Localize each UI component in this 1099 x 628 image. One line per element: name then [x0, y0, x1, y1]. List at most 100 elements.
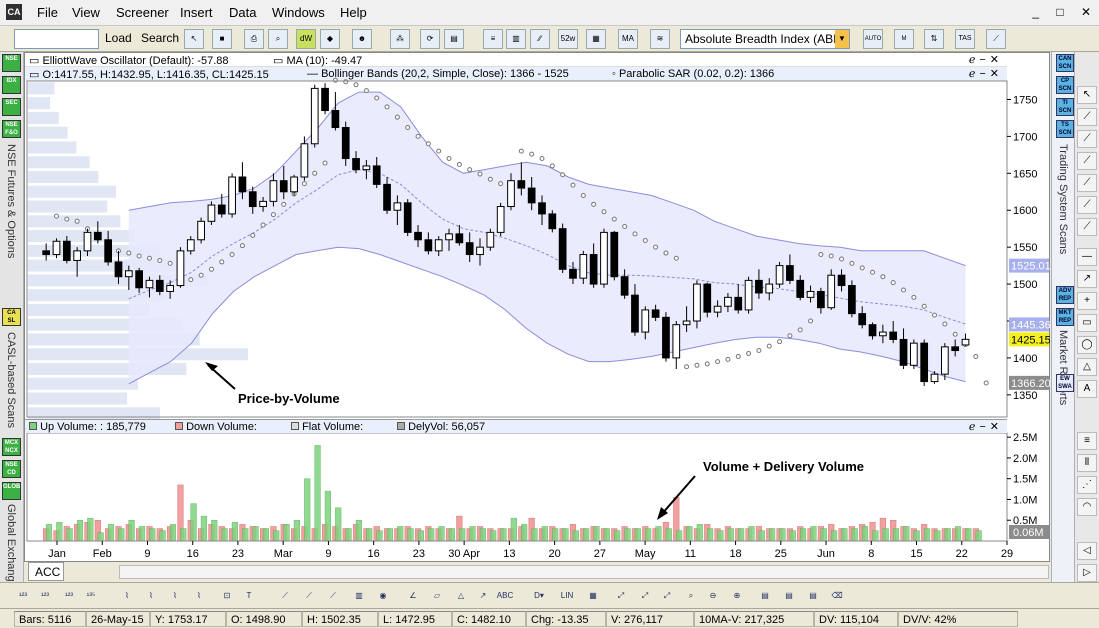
- hline-tool-icon[interactable]: —: [1077, 248, 1097, 266]
- print-icon[interactable]: ⎙: [244, 29, 264, 49]
- exchange-tag-nse[interactable]: NSE: [2, 54, 21, 72]
- sl4-tool-icon[interactable]: ⟋: [1077, 218, 1097, 236]
- menu-screener[interactable]: Screener: [116, 5, 169, 20]
- menu-windows[interactable]: Windows: [272, 5, 325, 20]
- menu-help[interactable]: Help: [340, 5, 367, 20]
- global-exchange-label[interactable]: Global Exchange: [5, 504, 17, 588]
- doc2-icon[interactable]: ▤: [780, 587, 798, 605]
- zoom-icon[interactable]: ⌕: [682, 587, 700, 605]
- label-123c-icon[interactable]: ¹²³: [60, 587, 78, 605]
- label-135-icon[interactable]: ¹³⁵: [82, 587, 100, 605]
- angle-icon[interactable]: ∠: [404, 587, 422, 605]
- fan-tool-icon[interactable]: ⋰: [1077, 476, 1097, 494]
- nse-futures-label[interactable]: NSE Futures & Options: [5, 144, 17, 258]
- close-button[interactable]: ✕: [1081, 5, 1091, 19]
- wave-icon[interactable]: ⌇: [118, 587, 136, 605]
- chart-line-icon[interactable]: ≡: [483, 29, 503, 49]
- cp-scn-tag[interactable]: CP SCN: [1056, 76, 1074, 94]
- line2-icon[interactable]: ⟋: [300, 587, 318, 605]
- mkt-rep-tag[interactable]: MKT REP: [1056, 308, 1074, 326]
- save-icon[interactable]: ■: [212, 29, 232, 49]
- sl2-tool-icon[interactable]: ⟋: [1077, 174, 1097, 192]
- menu-file[interactable]: File: [37, 5, 58, 20]
- forward-icon[interactable]: ▷: [1077, 564, 1097, 582]
- restore-button[interactable]: □: [1056, 5, 1063, 19]
- dw-icon[interactable]: dW: [296, 29, 316, 49]
- channel-icon[interactable]: ▱: [428, 587, 446, 605]
- 52w-hilo-icon[interactable]: 52w HiLo: [558, 29, 578, 49]
- fib-tool-icon[interactable]: ≡: [1077, 432, 1097, 450]
- diamond-icon[interactable]: ◆: [320, 29, 340, 49]
- symbol-input[interactable]: [14, 29, 99, 49]
- global-tag[interactable]: GLOBAL: [2, 482, 21, 500]
- flat-volume-legend[interactable]: Flat Volume:: [291, 421, 363, 433]
- ellipse-tool-icon[interactable]: ◯: [1077, 336, 1097, 354]
- adv-rep-tag[interactable]: ADV REP: [1056, 286, 1074, 304]
- expand2-icon[interactable]: ⤢: [636, 587, 654, 605]
- menu-insert[interactable]: Insert: [180, 5, 213, 20]
- zoom-in-icon[interactable]: ⊕: [728, 587, 746, 605]
- chart-type-icon[interactable]: ≋: [650, 29, 670, 49]
- sec-tag[interactable]: SEC: [2, 98, 21, 116]
- arrow-pattern-icon[interactable]: ↗: [474, 587, 492, 605]
- up-volume-legend[interactable]: Up Volume: : 185,779: [29, 421, 146, 433]
- line-icon[interactable]: ⟋: [276, 587, 294, 605]
- bars-icon[interactable]: ▦: [586, 29, 606, 49]
- price-volume-chart[interactable]: 1350140014501500155016001650170017501525…: [25, 53, 1051, 563]
- indicator-select[interactable]: Absolute Breadth Index (ABI ▼: [680, 29, 850, 49]
- label-123-icon[interactable]: ¹²³: [14, 587, 32, 605]
- sma-icon[interactable]: ⇅: [924, 29, 944, 49]
- doc-icon[interactable]: ▤: [756, 587, 774, 605]
- d-icon[interactable]: D▾: [530, 587, 548, 605]
- sl-tool-icon[interactable]: ⟋: [1077, 152, 1097, 170]
- network-icon[interactable]: ⁂: [390, 29, 410, 49]
- tas-icon[interactable]: TAS: [955, 29, 975, 49]
- tab-acc[interactable]: ACC: [28, 562, 64, 581]
- t-icon[interactable]: T: [240, 587, 258, 605]
- nse-fo-tag[interactable]: NSE F&O: [2, 120, 21, 138]
- sl3-tool-icon[interactable]: ⟋: [1077, 196, 1097, 214]
- select-tool-icon[interactable]: ↖: [1077, 86, 1097, 104]
- abc-icon[interactable]: ABC: [496, 587, 514, 605]
- line-tool-icon[interactable]: ⟋: [1077, 108, 1097, 126]
- arrow-tool-icon[interactable]: ↗: [1077, 270, 1097, 288]
- cross-tool-icon[interactable]: +: [1077, 292, 1097, 310]
- minimize-button[interactable]: _: [1032, 5, 1039, 19]
- refresh-icon[interactable]: ⟳: [420, 29, 440, 49]
- back-icon[interactable]: ◁: [1077, 542, 1097, 560]
- zoom-out-icon[interactable]: ⊖: [704, 587, 722, 605]
- app-logo-icon[interactable]: CA: [6, 4, 22, 20]
- layout-icon[interactable]: ▤: [444, 29, 464, 49]
- market-reports-label[interactable]: Market Reports: [1057, 330, 1069, 405]
- triangle-tool-icon[interactable]: △: [1077, 358, 1097, 376]
- doc3-icon[interactable]: ▤: [804, 587, 822, 605]
- mcx-tag[interactable]: MCX NCX: [2, 438, 21, 456]
- lin-icon[interactable]: LIN: [558, 587, 576, 605]
- dely-volume-legend[interactable]: DelyVol: 56,057: [397, 421, 485, 433]
- bar-chart-icon[interactable]: ▥: [506, 29, 526, 49]
- expand3-icon[interactable]: ⤢: [658, 587, 676, 605]
- menu-data[interactable]: Data: [229, 5, 256, 20]
- gann-tool-icon[interactable]: ⫴: [1077, 454, 1097, 472]
- rect-tool-icon[interactable]: ▭: [1077, 314, 1097, 332]
- line3-icon[interactable]: ⟋: [324, 587, 342, 605]
- casl-tag[interactable]: CA SL: [2, 308, 21, 326]
- can-scn-tag[interactable]: CAN SCN: [1056, 54, 1074, 72]
- trendline-tool-icon[interactable]: ⟋: [1077, 130, 1097, 148]
- label-123b-icon[interactable]: ¹²³: [36, 587, 54, 605]
- print-preview-icon[interactable]: ⌕: [268, 29, 288, 49]
- chevron-down-icon[interactable]: ▼: [835, 30, 849, 48]
- cursor-tool-icon[interactable]: ↖: [184, 29, 204, 49]
- draw-tool-icon[interactable]: ⟋: [986, 29, 1006, 49]
- trading-system-scans-label[interactable]: Trading System Scans: [1057, 144, 1069, 254]
- volume-icon[interactable]: ∕∕: [530, 29, 550, 49]
- grid-icon[interactable]: ▦: [584, 587, 602, 605]
- auto-fibo-icon[interactable]: AUTO FIBO: [863, 29, 883, 49]
- search-button[interactable]: Search: [141, 31, 179, 51]
- wave3-icon[interactable]: ⌇: [166, 587, 184, 605]
- arc-tool-icon[interactable]: ◠: [1077, 498, 1097, 516]
- wave2-icon[interactable]: ⌇: [142, 587, 160, 605]
- horizontal-scrollbar[interactable]: [119, 565, 1049, 579]
- snapshot-icon[interactable]: ◉: [374, 587, 392, 605]
- zoom-fit-icon[interactable]: ⊡: [218, 587, 236, 605]
